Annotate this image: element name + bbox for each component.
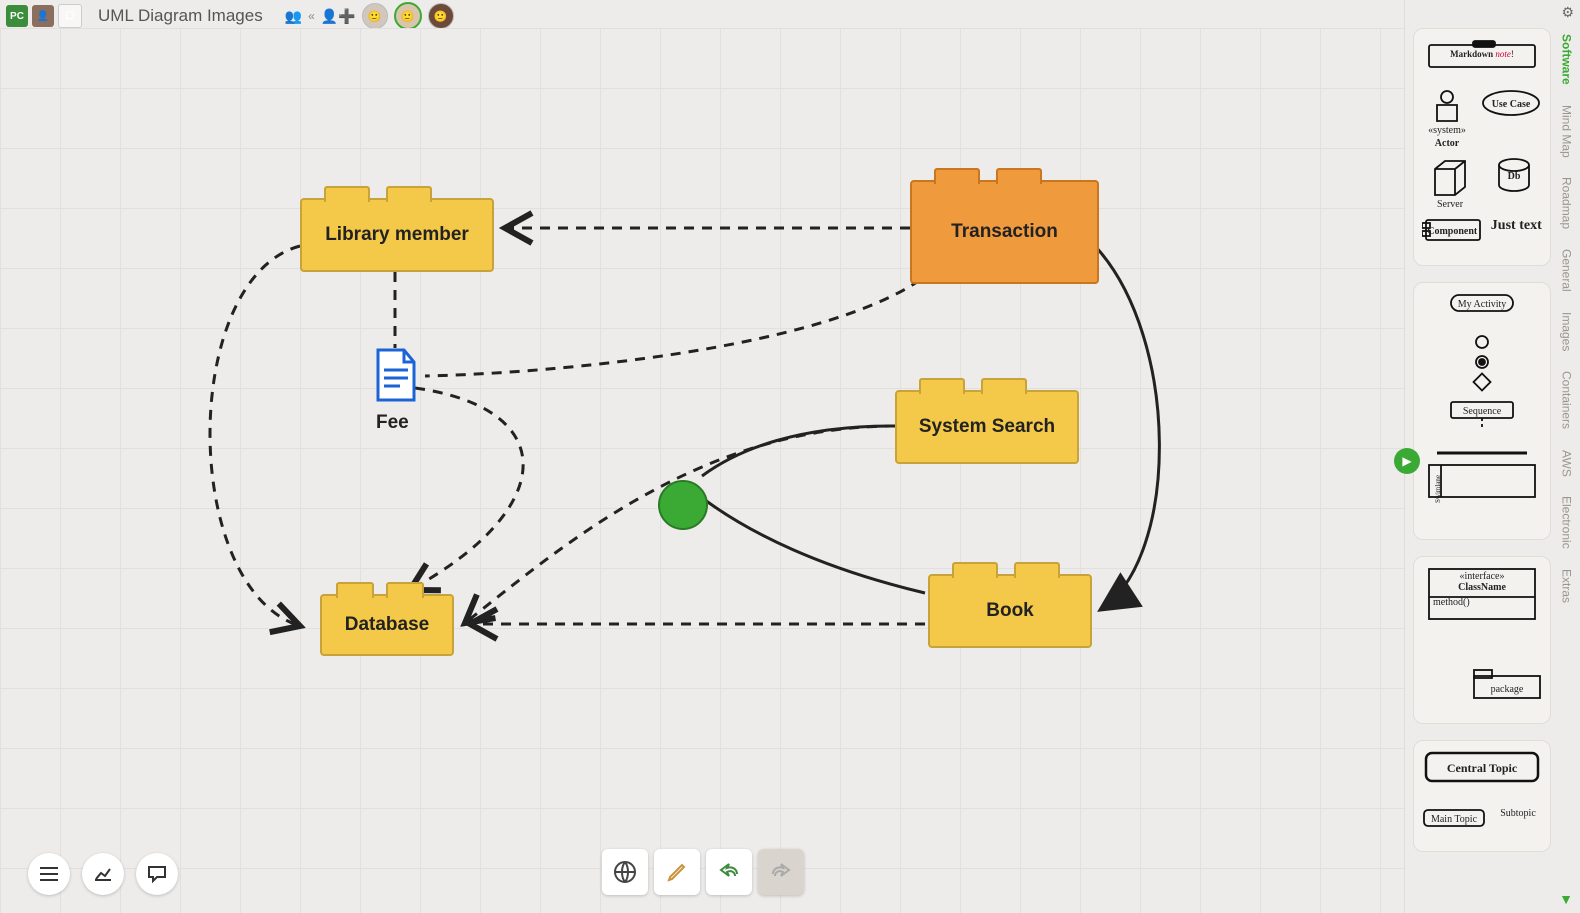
shape-subtopic[interactable]: Subtopic — [1494, 808, 1542, 841]
pencil-button[interactable] — [654, 849, 700, 895]
comment-icon — [147, 865, 167, 883]
node-transaction[interactable]: Transaction — [910, 180, 1099, 284]
label: Component — [1427, 226, 1477, 237]
collab-avatar-3[interactable]: 🙂 — [428, 3, 454, 29]
shape-use-case[interactable]: Use Case — [1481, 89, 1541, 149]
shape-package[interactable]: package — [1472, 668, 1542, 713]
label: ClassName — [1427, 582, 1537, 593]
shape-divider[interactable] — [1422, 451, 1542, 455]
tab-containers[interactable]: Containers — [1559, 361, 1574, 439]
tab-roadmap[interactable]: Roadmap — [1559, 167, 1574, 239]
app-logo[interactable]: PC — [6, 5, 28, 27]
label: «system» — [1428, 125, 1466, 136]
label: Db — [1508, 171, 1521, 182]
tab-general[interactable]: General — [1559, 239, 1574, 302]
chart-button[interactable] — [82, 853, 124, 895]
shape-sidebar: ⚙ Markdown note! «system» Actor Use Case — [1404, 0, 1580, 913]
file-icon[interactable] — [372, 348, 418, 404]
redo-button — [758, 849, 804, 895]
tab-aws[interactable]: AWS — [1559, 440, 1574, 487]
node-label: Database — [345, 614, 430, 636]
node-label: Book — [986, 600, 1034, 622]
comment-button[interactable] — [136, 853, 178, 895]
shape-activity[interactable]: My Activity — [1449, 293, 1515, 326]
outline-icon — [39, 866, 59, 882]
pencil-icon — [665, 860, 689, 884]
label: «interface» — [1427, 571, 1537, 582]
label: My Activity — [1458, 299, 1507, 310]
bottom-toolbar — [602, 849, 804, 895]
shape-class[interactable]: «interface» ClassName method() — [1427, 567, 1537, 660]
board-canvas[interactable]: Library member Transaction Fee System Se… — [0, 28, 1405, 913]
node-label: System Search — [919, 416, 1055, 438]
node-library-member[interactable]: Library member — [300, 198, 494, 272]
tab-software[interactable]: Software — [1559, 24, 1574, 95]
panel-expand-button[interactable]: ▶ — [1394, 448, 1420, 474]
outline-button[interactable] — [28, 853, 70, 895]
tab-images[interactable]: Images — [1559, 302, 1574, 361]
label: Server — [1437, 199, 1463, 210]
label: method() — [1427, 597, 1537, 608]
shape-central-topic[interactable]: Central Topic — [1424, 751, 1540, 800]
label: Markdown — [1450, 49, 1493, 59]
shape-server[interactable]: Server — [1426, 157, 1474, 210]
shape-markdown-note[interactable]: Markdown note! — [1427, 39, 1537, 81]
redo-icon — [769, 860, 793, 884]
label: Swimlane — [1434, 475, 1442, 503]
node-system-search[interactable]: System Search — [895, 390, 1079, 464]
gear-icon[interactable]: ⚙ — [1561, 4, 1574, 21]
collaborators-icon[interactable]: 👥 — [285, 8, 302, 25]
label: package — [1491, 684, 1524, 695]
junction-dot[interactable] — [658, 480, 708, 530]
node-database[interactable]: Database — [320, 594, 454, 656]
node-fee-label: Fee — [376, 412, 409, 434]
dropdown-icon[interactable]: ▼ — [1559, 891, 1573, 907]
shape-swimlane[interactable]: Swimlane — [1427, 463, 1537, 529]
shape-actor[interactable]: «system» Actor — [1423, 89, 1471, 149]
shape-component[interactable]: Component — [1422, 218, 1482, 255]
user-avatar-1[interactable]: 👤 — [32, 5, 54, 27]
label: note — [1495, 49, 1511, 59]
shape-panel-note: Markdown note! «system» Actor Use Case S… — [1413, 28, 1551, 266]
shape-just-text[interactable]: Just text — [1491, 218, 1542, 255]
label: Use Case — [1492, 99, 1531, 110]
collab-avatar-2[interactable]: 🙂 — [394, 2, 422, 30]
shape-start-end[interactable] — [1458, 334, 1506, 392]
collapse-icon[interactable]: « — [308, 9, 315, 23]
label: Just text — [1491, 218, 1542, 233]
label: Central Topic — [1447, 761, 1517, 776]
label: Subtopic — [1500, 808, 1536, 819]
shape-panel-mindmap: Central Topic Main Topic Subtopic — [1413, 740, 1551, 852]
tab-electronic[interactable]: Electronic — [1559, 486, 1574, 559]
connectors-layer — [0, 28, 1405, 913]
add-user-icon[interactable]: 👤➕ — [321, 8, 356, 25]
undo-button[interactable] — [706, 849, 752, 895]
label: Main Topic — [1431, 814, 1477, 825]
board-title[interactable]: UML Diagram Images — [98, 6, 263, 26]
tab-extras[interactable]: Extras — [1559, 559, 1574, 613]
undo-icon — [717, 860, 741, 884]
node-label: Transaction — [951, 221, 1058, 243]
globe-icon — [613, 860, 637, 884]
shape-sequence[interactable]: Sequence — [1449, 400, 1515, 443]
blank-board-icon[interactable]: ☐ — [58, 4, 82, 28]
chart-icon — [93, 866, 113, 882]
globe-button[interactable] — [602, 849, 648, 895]
shape-panel-class: «interface» ClassName method() package — [1413, 556, 1551, 724]
collab-avatar-1[interactable]: 🙂 — [362, 3, 388, 29]
sidebar-tabs: Software Mind Map Roadmap General Images… — [1552, 24, 1580, 913]
shape-main-topic[interactable]: Main Topic — [1422, 808, 1486, 841]
node-book[interactable]: Book — [928, 574, 1092, 648]
label: Actor — [1435, 138, 1459, 149]
label: Sequence — [1463, 406, 1501, 417]
shape-panel-activity: My Activity Sequence Swimlane — [1413, 282, 1551, 540]
node-label: Library member — [325, 224, 469, 246]
shape-db[interactable]: Db — [1490, 157, 1538, 210]
tab-mind-map[interactable]: Mind Map — [1559, 95, 1574, 168]
